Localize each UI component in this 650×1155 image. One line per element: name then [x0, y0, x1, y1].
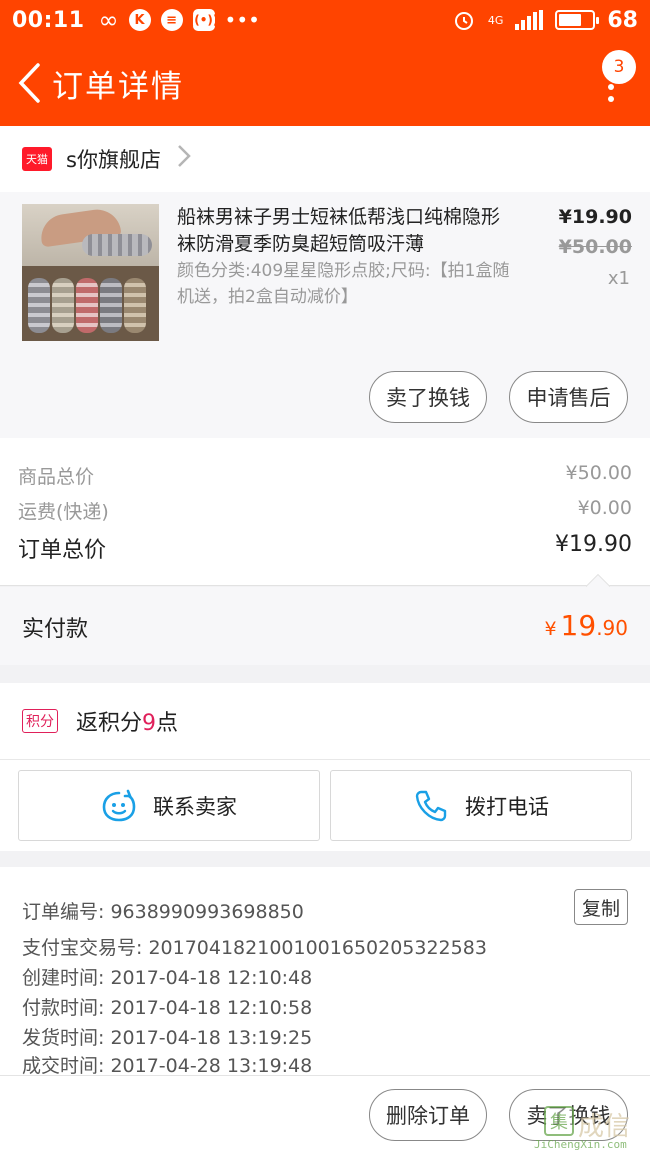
- shop-row[interactable]: 天猫 s你旗舰店: [0, 126, 650, 192]
- k-app-icon: K: [128, 9, 151, 31]
- created-time: 创建时间: 2017-04-18 12:10:48: [22, 967, 313, 989]
- chat-app-icon: ≡: [160, 9, 183, 31]
- status-time: 00:11: [12, 7, 85, 33]
- actual-payment-row: 实付款 ¥ 19 .90: [0, 587, 650, 665]
- status-bar: 00:11 ∞ K ≡ ((•)) ••• 4G 68: [0, 0, 650, 40]
- paid-time: 付款时间: 2017-04-18 12:10:58: [22, 997, 313, 1019]
- price-summary: 商品总价 ¥50.00 运费(快递) ¥0.00 订单总价 ¥19.90: [0, 438, 650, 586]
- status-notification-icons: ∞ K ≡ ((•)) •••: [99, 6, 260, 34]
- summary-value: ¥0.00: [577, 497, 632, 519]
- chat-bubble-icon: [102, 789, 136, 821]
- more-dot: [608, 96, 614, 102]
- contact-section: 联系卖家 拨打电话: [0, 759, 650, 851]
- points-badge: 积分: [22, 709, 58, 733]
- product-original-price: ¥50.00: [558, 236, 632, 258]
- copy-order-number-button[interactable]: 复制: [574, 889, 628, 925]
- actual-payment-amount: ¥ 19 .90: [544, 609, 628, 642]
- resell-button[interactable]: 卖了换钱: [369, 371, 487, 423]
- after-sales-button[interactable]: 申请售后: [509, 371, 628, 423]
- shipped-time: 发货时间: 2017-04-18 13:19:25: [22, 1027, 313, 1049]
- message-count-badge: 3: [602, 50, 636, 84]
- product-name: 船袜男袜子男士短袜低帮浅口纯棉隐形袜防滑夏季防臭超短筒吸汗薄: [177, 206, 501, 255]
- infinity-icon: ∞: [98, 6, 119, 34]
- product-quantity: x1: [607, 268, 630, 289]
- order-number: 订单编号: 9638990993698850: [22, 901, 304, 923]
- more-dot: [608, 84, 614, 90]
- summary-row-goods: 商品总价 ¥50.00: [18, 462, 632, 489]
- contact-seller-button[interactable]: 联系卖家: [18, 770, 320, 841]
- alarm-icon: [454, 12, 473, 30]
- app-header: 订单详情 3: [0, 40, 650, 126]
- product-spec: 颜色分类:409星星隐形点胶;尺码:【拍1盒随机送，拍2盒自动减价】: [177, 261, 510, 307]
- signal-bars-icon: [515, 10, 544, 30]
- summary-row-shipping: 运费(快递) ¥0.00: [18, 497, 632, 524]
- summary-value: ¥19.90: [555, 532, 632, 557]
- points-prefix: 返积分: [76, 711, 143, 736]
- summary-row-total: 订单总价 ¥19.90: [18, 532, 632, 564]
- points-row: 积分 返积分 9 点: [0, 683, 650, 759]
- signal-app-icon: ((•)): [189, 9, 218, 31]
- completed-time: 成交时间: 2017-04-28 13:19:48: [22, 1055, 313, 1077]
- status-right-group: 4G 68: [452, 8, 638, 33]
- watermark-logo: 集 成信 JiChengXin.com: [522, 1102, 640, 1152]
- phone-icon: [415, 790, 447, 821]
- product-price: ¥19.90: [558, 206, 632, 228]
- contact-seller-label: 联系卖家: [153, 794, 237, 819]
- points-number: 9: [142, 711, 157, 736]
- shop-name: s你旗舰店: [66, 148, 161, 172]
- watermark-mark: 集: [544, 1106, 574, 1136]
- actual-payment-label: 实付款: [22, 617, 89, 642]
- call-phone-button[interactable]: 拨打电话: [330, 770, 632, 841]
- battery-icon: [555, 10, 600, 30]
- chevron-left-icon: [18, 63, 40, 103]
- payment-integer: 19: [560, 609, 597, 642]
- order-info: 订单编号: 9638990993698850 支付宝交易号: 201704182…: [0, 867, 650, 1077]
- battery-percent: 68: [607, 7, 638, 33]
- page-title: 订单详情: [52, 68, 184, 105]
- summary-notch: [586, 571, 610, 587]
- delete-order-button[interactable]: 删除订单: [369, 1089, 487, 1141]
- tmall-badge: 天猫: [22, 147, 52, 171]
- watermark-text: JiChengXin.com: [534, 1138, 627, 1151]
- payment-decimal: .90: [596, 616, 628, 640]
- summary-label: 订单总价: [18, 538, 107, 563]
- product-thumbnail[interactable]: [22, 204, 159, 341]
- battery-fill: [559, 14, 582, 26]
- summary-value: ¥50.00: [565, 462, 632, 484]
- chevron-right-icon: [177, 144, 191, 174]
- network-type: 4G: [487, 13, 504, 27]
- points-text: 返积分 9 点: [76, 705, 178, 737]
- payment-currency: ¥: [544, 618, 557, 640]
- call-phone-label: 拨打电话: [465, 794, 549, 819]
- back-button[interactable]: [6, 40, 52, 126]
- points-suffix: 点: [156, 711, 179, 736]
- alipay-trade-number: 支付宝交易号: 2017041821001001650205322583: [22, 937, 487, 959]
- product-item[interactable]: 船袜男袜子男士短袜低帮浅口纯棉隐形袜防滑夏季防臭超短筒吸汗薄 颜色分类:409星…: [0, 192, 650, 438]
- summary-label: 运费(快递): [18, 501, 109, 523]
- more-dots-icon: •••: [224, 8, 260, 32]
- summary-label: 商品总价: [18, 466, 95, 488]
